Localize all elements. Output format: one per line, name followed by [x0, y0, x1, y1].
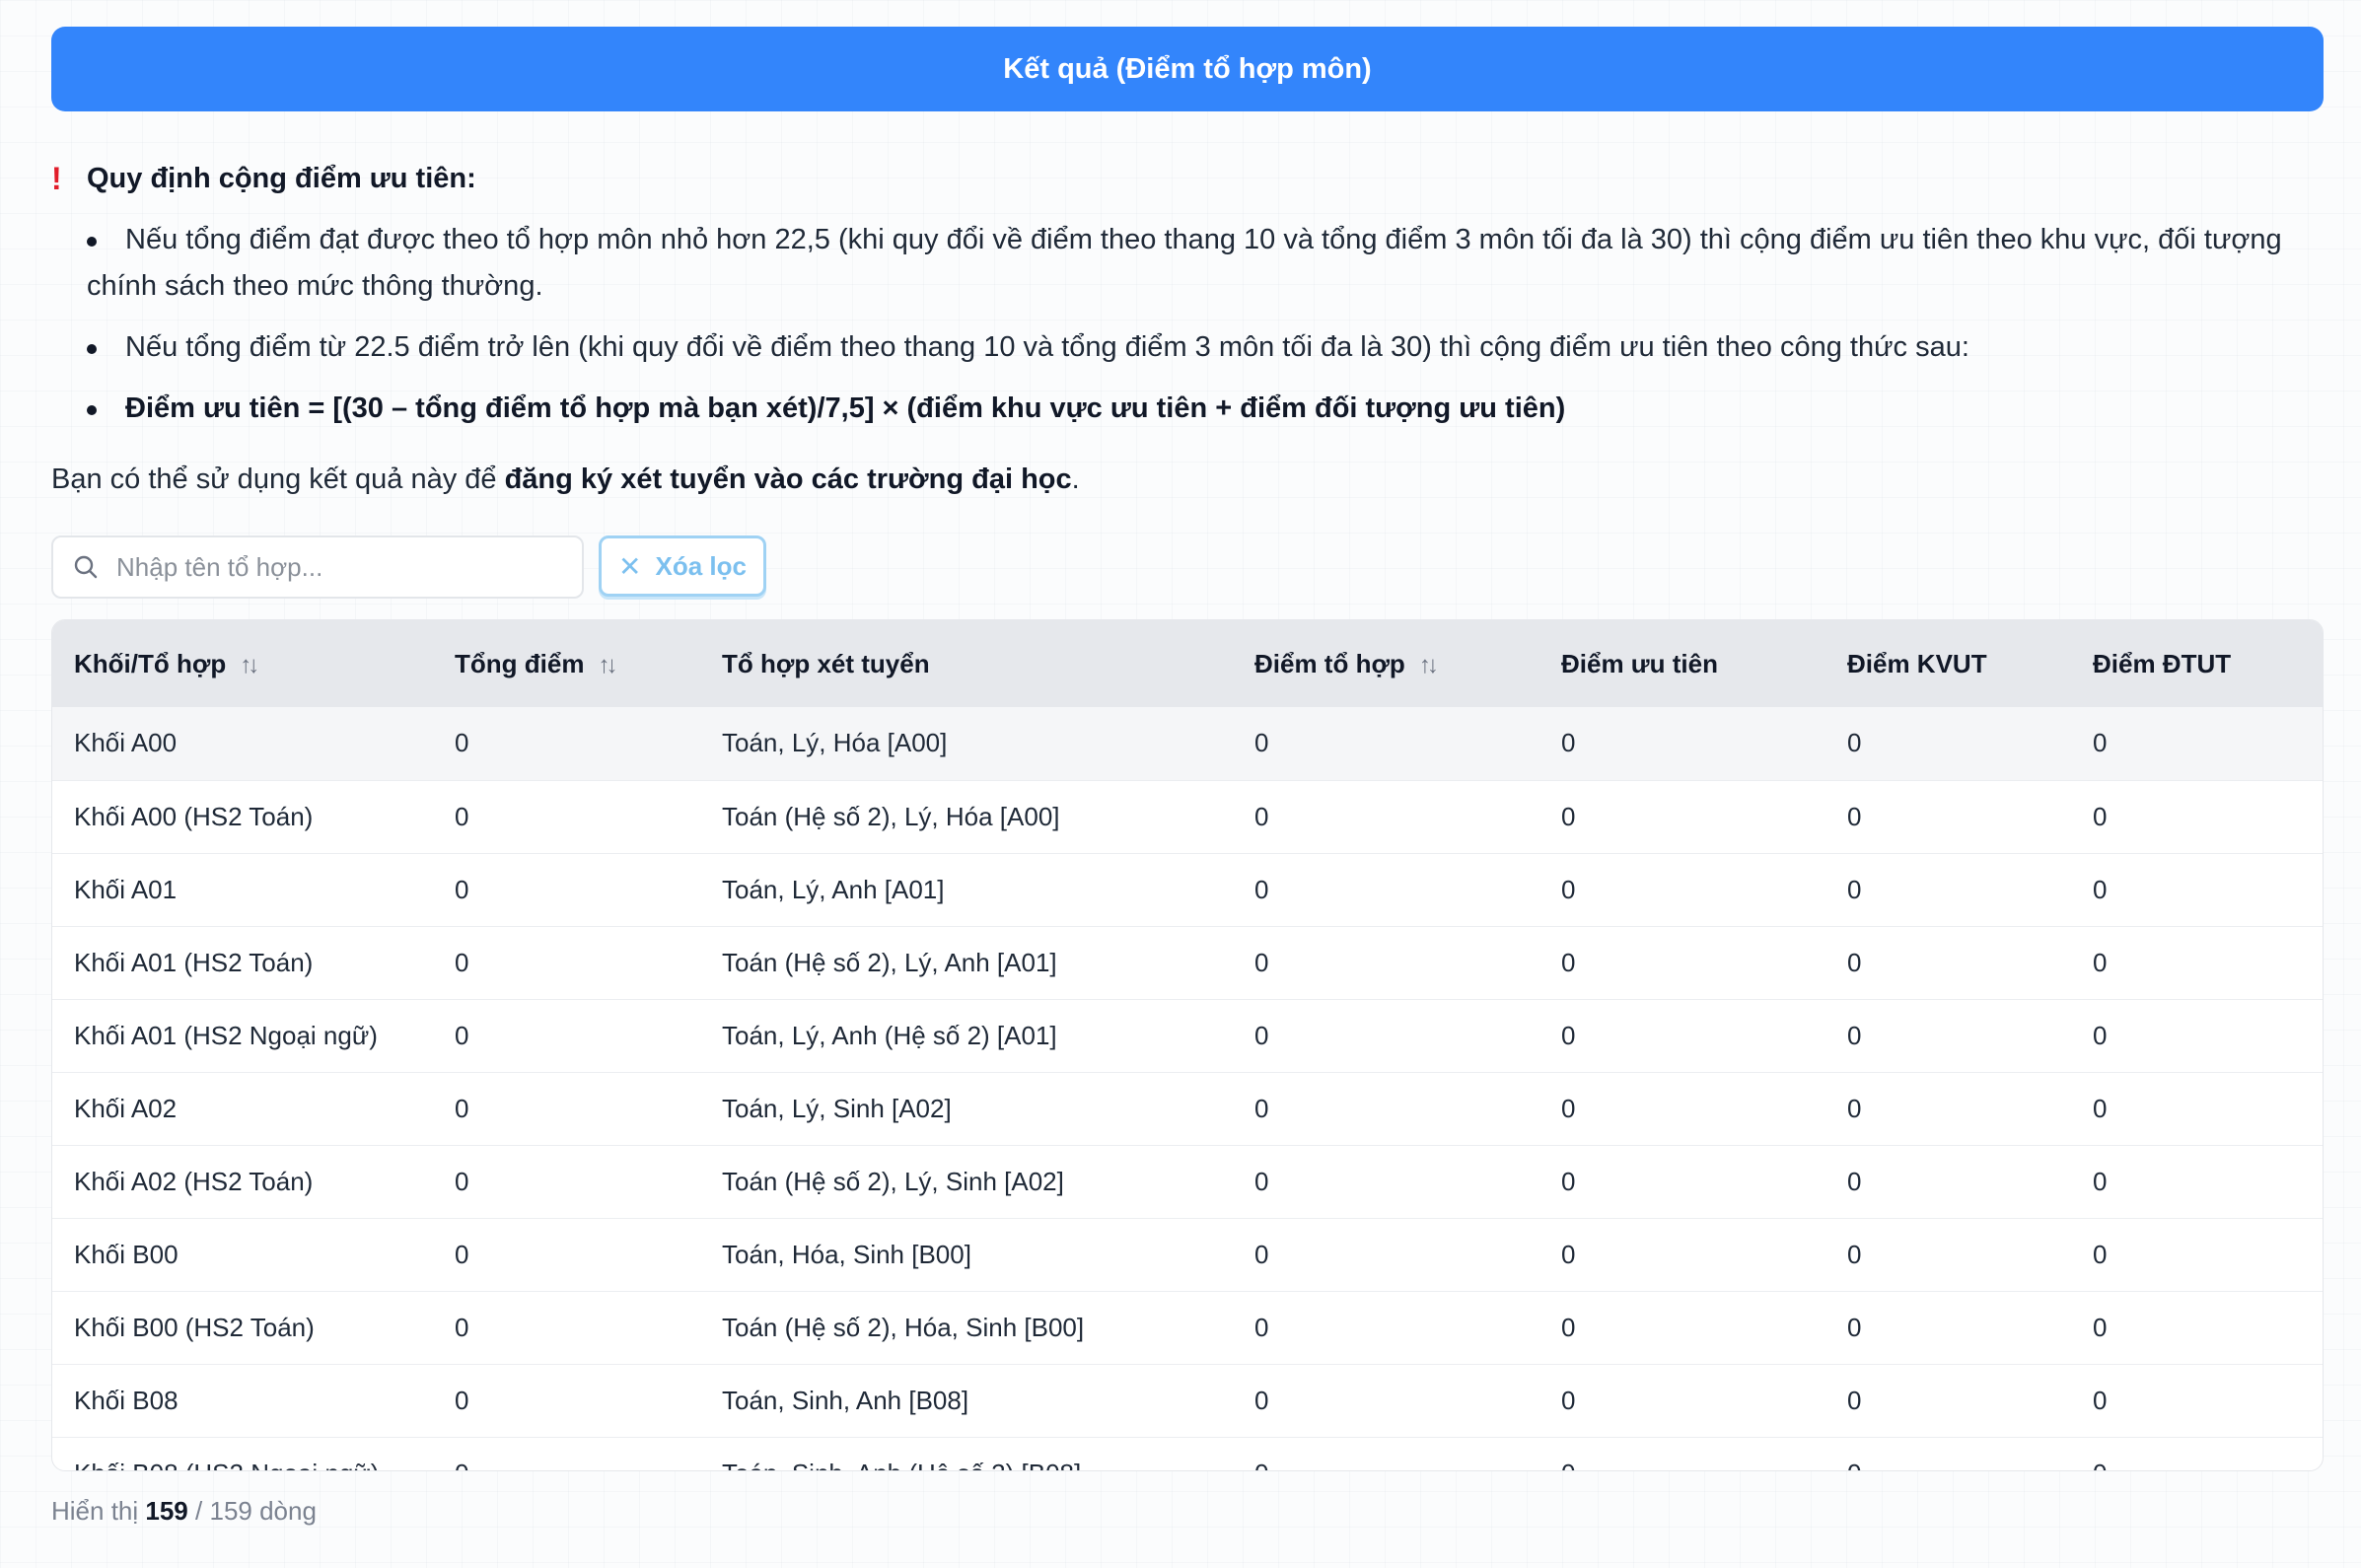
- column-header-diem-dtut: Điểm ĐTUT: [2093, 648, 2232, 678]
- sort-icon[interactable]: ↑↓: [1419, 652, 1439, 679]
- table-row[interactable]: Khối A01 (HS2 Ngoại ngữ) 0 Toán, Lý, Anh (…: [52, 999, 2323, 1072]
- table-row[interactable]: Khối A01 0 Toán, Lý, Anh [A01] 0 0 0 0: [52, 853, 2323, 926]
- column-header-khoi[interactable]: Khối/Tổ hợp ↑↓: [52, 620, 433, 707]
- column-header-diem-kvut: Điểm KVUT: [1847, 648, 1987, 678]
- table-row[interactable]: Khối B00 0 Toán, Hóa, Sinh [B00] 0 0 0 0: [52, 1218, 2323, 1291]
- search-box[interactable]: [51, 535, 584, 599]
- sort-icon[interactable]: ↑↓: [598, 652, 617, 679]
- column-header-tong-diem[interactable]: Tổng điểm ↑↓: [433, 620, 700, 707]
- rule-item: Nếu tổng điểm đạt được theo tổ hợp môn n…: [87, 224, 2282, 302]
- rule-item-formula: Điểm ưu tiên = [(30 – tổng điểm tổ hợp m…: [87, 386, 2329, 432]
- table-row[interactable]: Khối B00 (HS2 Toán) 0 Toán (Hệ số 2), Hóa,…: [52, 1291, 2323, 1364]
- table-row[interactable]: Khối B08 (HS2 Ngoại ngữ)0Toán, Sinh, Anh…: [52, 1437, 2323, 1471]
- column-header-diem-to-hop[interactable]: Điểm tổ hợp ↑↓: [1233, 620, 1539, 707]
- result-banner-label: Kết quả (Điểm tổ hợp môn): [1003, 52, 1372, 85]
- rules-title-text: Quy định cộng điểm ưu tiên:: [87, 162, 476, 194]
- priority-rules: ! Quy định cộng điểm ưu tiên: Nếu tổng đ…: [51, 158, 2329, 447]
- clear-filter-label: Xóa lọc: [655, 550, 747, 581]
- result-banner[interactable]: Kết quả (Điểm tổ hợp môn): [51, 27, 2324, 111]
- exclamation-icon: !: [51, 160, 62, 196]
- sort-icon[interactable]: ↑↓: [240, 652, 259, 679]
- row-count: Hiển thị 159 / 159 dòng: [51, 1496, 317, 1526]
- column-header-to-hop-xet-tuyen: Tổ hợp xét tuyển: [722, 648, 930, 678]
- rule-item: Nếu tổng điểm từ 22.5 điểm trở lên (khi …: [87, 324, 2329, 371]
- row-count-shown: 159: [145, 1496, 188, 1526]
- table-body: Khối A00 0 Toán, Lý, Hóa [A00] 0 0 0 0 Khối A0…: [52, 707, 2323, 1471]
- search-icon: [73, 554, 99, 580]
- table-row[interactable]: Khối A01 (HS2 Toán) 0 Toán (Hệ số 2), Lý, …: [52, 926, 2323, 999]
- usage-note: Bạn có thể sử dụng kết quả này để đăng k…: [51, 463, 1080, 495]
- table-row[interactable]: Khối A02 0 Toán, Lý, Sinh [A02] 0 0 0 0: [52, 1072, 2323, 1145]
- rules-title: ! Quy định cộng điểm ưu tiên:: [51, 158, 2329, 199]
- table-header-row: Khối/Tổ hợp ↑↓ Tổng điểm ↑↓ Tổ hợp xét tuy…: [52, 620, 2323, 707]
- table-row[interactable]: Khối A00 (HS2 Toán) 0 Toán (Hệ số 2), Lý, …: [52, 780, 2323, 853]
- table-row[interactable]: Khối A02 (HS2 Toán) 0 Toán (Hệ số 2), Lý, …: [52, 1145, 2323, 1218]
- bullet-icon: [87, 344, 97, 354]
- close-icon: ✕: [618, 550, 642, 582]
- table-row[interactable]: Khối A00 0 Toán, Lý, Hóa [A00] 0 0 0 0: [52, 707, 2323, 780]
- bullet-icon: [87, 405, 97, 415]
- bullet-icon: [87, 237, 97, 247]
- results-table-container[interactable]: Khối/Tổ hợp ↑↓ Tổng điểm ↑↓ Tổ hợp xét tuy…: [51, 619, 2324, 1471]
- results-table: Khối/Tổ hợp ↑↓ Tổng điểm ↑↓ Tổ hợp xét tuy…: [52, 620, 2323, 1471]
- usage-note-bold: đăng ký xét tuyển vào các trường đại học: [504, 463, 1072, 495]
- clear-filter-button[interactable]: ✕ Xóa lọc: [599, 535, 766, 597]
- column-header-diem-uu-tien: Điểm ưu tiên: [1561, 648, 1718, 678]
- rules-list: Nếu tổng điểm đạt được theo tổ hợp môn n…: [51, 217, 2329, 432]
- table-row[interactable]: Khối B08 0 Toán, Sinh, Anh [B08] 0 0 0 0: [52, 1364, 2323, 1437]
- search-input[interactable]: [116, 551, 550, 583]
